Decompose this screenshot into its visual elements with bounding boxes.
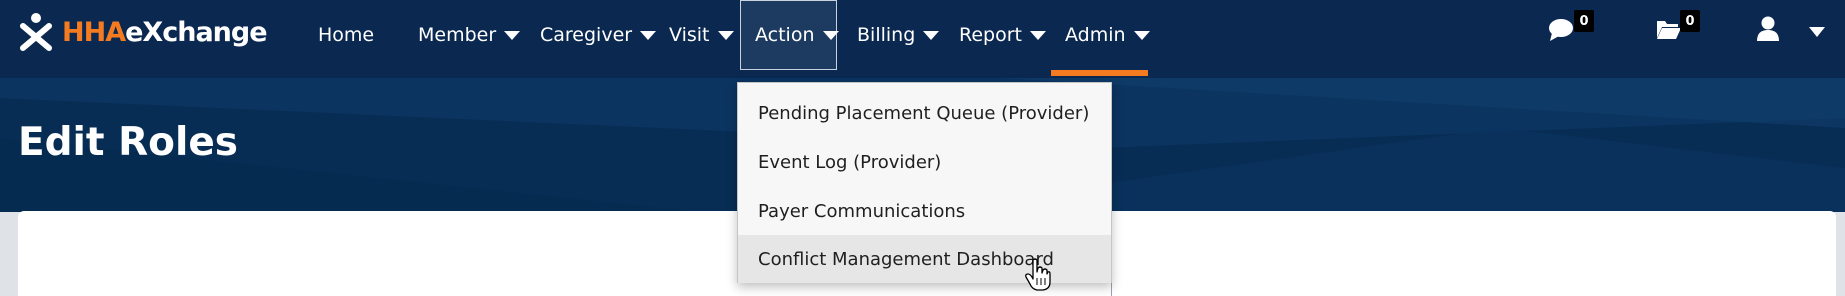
page-title: Edit Roles (18, 120, 239, 165)
nav-home[interactable]: Home (318, 0, 374, 70)
menu-item-label: Conflict Management Dashboard (758, 248, 1054, 270)
nav-member-label: Member (418, 24, 497, 46)
action-dropdown-menu: Pending Placement Queue (Provider) Event… (737, 82, 1112, 283)
nav-admin[interactable]: Admin (1065, 0, 1150, 70)
menu-item-label: Pending Placement Queue (Provider) (758, 102, 1090, 124)
nav-billing-label: Billing (857, 24, 916, 46)
nav-action[interactable]: Action (740, 0, 839, 70)
chevron-down-icon (822, 30, 839, 40)
menu-item-payer-communications[interactable]: Payer Communications (738, 187, 1111, 235)
chevron-down-icon (504, 30, 521, 40)
active-section-indicator (1051, 70, 1148, 76)
user-menu-button[interactable] (1756, 16, 1836, 46)
nav-admin-label: Admin (1065, 24, 1126, 46)
menu-item-event-log[interactable]: Event Log (Provider) (738, 138, 1111, 186)
nav-report[interactable]: Report (959, 0, 1046, 70)
nav-home-label: Home (318, 24, 375, 46)
nav-action-label: Action (755, 24, 815, 46)
chat-bubble-icon (1549, 19, 1573, 41)
card-divider (1111, 283, 1112, 296)
logo-suffix: eXchange (125, 16, 267, 48)
folder-icon (1657, 21, 1681, 39)
nav-visit-label: Visit (669, 24, 710, 46)
chevron-down-icon (1029, 30, 1046, 40)
logo-wordmark: HHAeXchange (62, 16, 268, 48)
menu-item-label: Event Log (Provider) (758, 151, 942, 173)
chevron-down-icon (1809, 27, 1825, 37)
nav-billing[interactable]: Billing (857, 0, 940, 70)
chevron-down-icon (717, 30, 734, 40)
person-logo-icon (20, 13, 52, 51)
menu-item-pending-placement-queue[interactable]: Pending Placement Queue (Provider) (738, 89, 1111, 137)
menu-item-label: Payer Communications (758, 200, 966, 222)
files-count-badge: 0 (1680, 10, 1700, 32)
chevron-down-icon (923, 30, 940, 40)
chevron-down-icon (1133, 30, 1150, 40)
logo-prefix: HHA (62, 16, 126, 48)
hhaexchange-logo[interactable]: HHAeXchange (20, 10, 268, 54)
messages-count-badge: 0 (1574, 10, 1594, 32)
chevron-down-icon (640, 30, 657, 40)
nav-caregiver-label: Caregiver (540, 24, 633, 46)
nav-visit[interactable]: Visit (669, 0, 734, 70)
user-icon (1757, 16, 1779, 41)
nav-report-label: Report (959, 24, 1022, 46)
menu-item-conflict-management-dashboard[interactable]: Conflict Management Dashboard (738, 235, 1111, 283)
hand-pointer-cursor-icon (1025, 258, 1051, 291)
nav-caregiver[interactable]: Caregiver (540, 0, 657, 70)
nav-member[interactable]: Member (418, 0, 521, 70)
